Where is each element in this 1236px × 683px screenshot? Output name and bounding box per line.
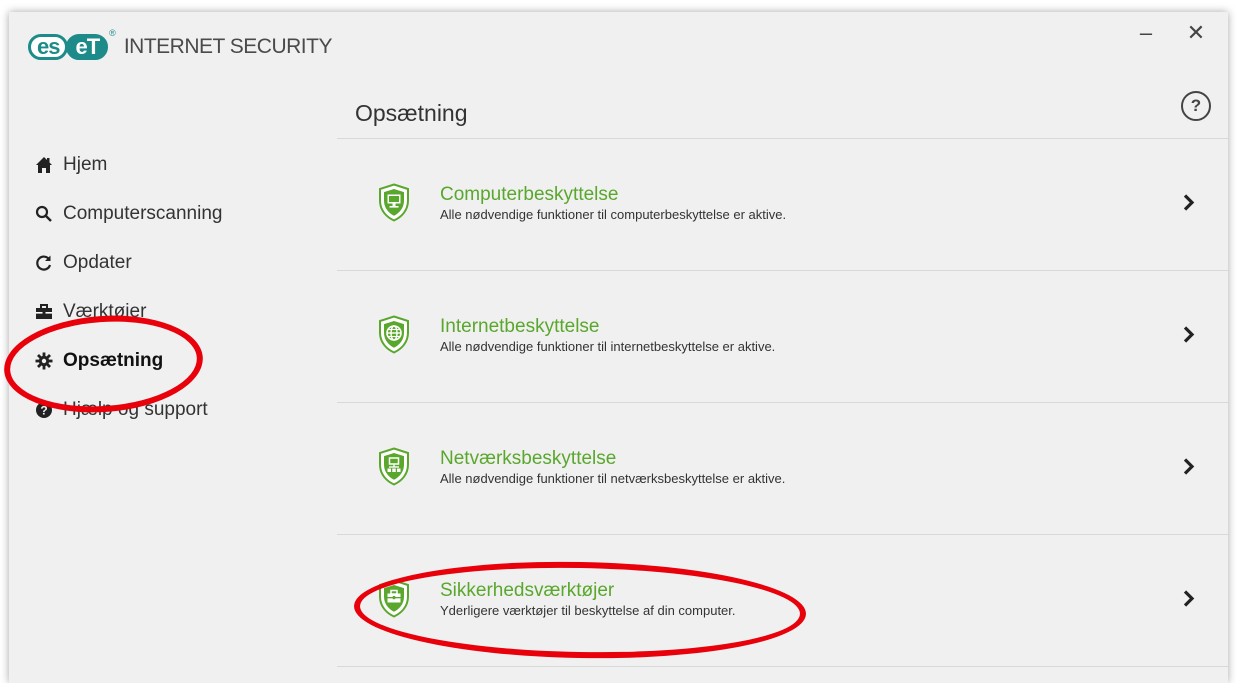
sidebar-item-vaerktojer[interactable]: Værktøjer (35, 287, 222, 336)
eset-window: es eT ® INTERNET SECURITY – ✕ Hjem Compu… (9, 12, 1228, 683)
setup-section-list: Computerbeskyttelse Alle nødvendige funk… (337, 138, 1228, 667)
section-sikkerhedsvaerktojer[interactable]: Sikkerhedsværktøjer Yderligere værktøjer… (337, 534, 1228, 667)
sidebar-item-label: Hjælp og support (63, 398, 208, 420)
search-icon (35, 205, 63, 223)
eset-logo: es eT ® (28, 28, 116, 62)
logo-part-es: es (28, 34, 69, 60)
svg-text:?: ? (40, 403, 47, 417)
logo-part-et: eT (66, 34, 109, 60)
sidebar-item-label: Værktøjer (63, 300, 147, 322)
section-description: Alle nødvendige funktioner til computerb… (440, 206, 787, 222)
section-title: Sikkerhedsværktøjer (440, 579, 615, 601)
section-description: Alle nødvendige funktioner til internetb… (440, 338, 776, 354)
computer-shield-icon (378, 182, 410, 226)
sidebar-nav: Hjem Computerscanning Opdater Værktøjer (35, 140, 222, 434)
sidebar-item-label: Opsætning (63, 349, 164, 371)
sidebar-item-hjem[interactable]: Hjem (35, 140, 222, 189)
app-logo: es eT ® INTERNET SECURITY (28, 28, 333, 62)
section-description: Yderligere værktøjer til beskyttelse af … (440, 602, 736, 618)
sidebar-item-opdater[interactable]: Opdater (35, 238, 222, 287)
chevron-right-icon[interactable] (1182, 193, 1196, 216)
minimize-button[interactable]: – (1126, 16, 1166, 50)
sidebar-item-opsaetning[interactable]: Opsætning (35, 336, 222, 385)
section-internetbeskyttelse[interactable]: Internetbeskyttelse Alle nødvendige funk… (337, 270, 1228, 402)
section-title: Netværksbeskyttelse (440, 447, 617, 469)
chevron-right-icon[interactable] (1182, 457, 1196, 480)
close-icon: ✕ (1186, 20, 1206, 45)
chevron-right-icon[interactable] (1182, 325, 1196, 348)
globe-shield-icon (378, 314, 410, 358)
sidebar-item-label: Computerscanning (63, 202, 223, 224)
sidebar-item-label: Opdater (63, 251, 132, 273)
close-button[interactable]: ✕ (1176, 16, 1216, 50)
minimize-icon: – (1139, 20, 1153, 45)
page-title: Opsætning (355, 100, 468, 126)
sidebar-item-hjaelp-og-support[interactable]: ? Hjælp og support (35, 385, 222, 434)
home-icon (35, 156, 63, 174)
product-name: INTERNET SECURITY (123, 35, 333, 58)
network-shield-icon (378, 446, 410, 490)
chevron-right-icon[interactable] (1182, 589, 1196, 612)
section-description: Alle nødvendige funktioner til netværksb… (440, 470, 786, 486)
section-netvaerksbeskyttelse[interactable]: Netværksbeskyttelse Alle nødvendige funk… (337, 402, 1228, 534)
sidebar-item-computerscanning[interactable]: Computerscanning (35, 189, 222, 238)
gear-icon (35, 352, 63, 370)
sidebar-item-label: Hjem (63, 153, 108, 175)
toolbox-icon (35, 303, 63, 321)
toolbox-shield-icon (378, 578, 410, 622)
help-button[interactable]: ? (1181, 91, 1211, 121)
help-icon: ? (35, 401, 63, 419)
section-computerbeskyttelse[interactable]: Computerbeskyttelse Alle nødvendige funk… (337, 138, 1228, 270)
section-title: Internetbeskyttelse (440, 315, 600, 337)
refresh-icon (35, 254, 63, 272)
logo-registered-mark: ® (109, 28, 116, 38)
section-title: Computerbeskyttelse (440, 183, 619, 205)
question-icon: ? (1190, 96, 1202, 115)
